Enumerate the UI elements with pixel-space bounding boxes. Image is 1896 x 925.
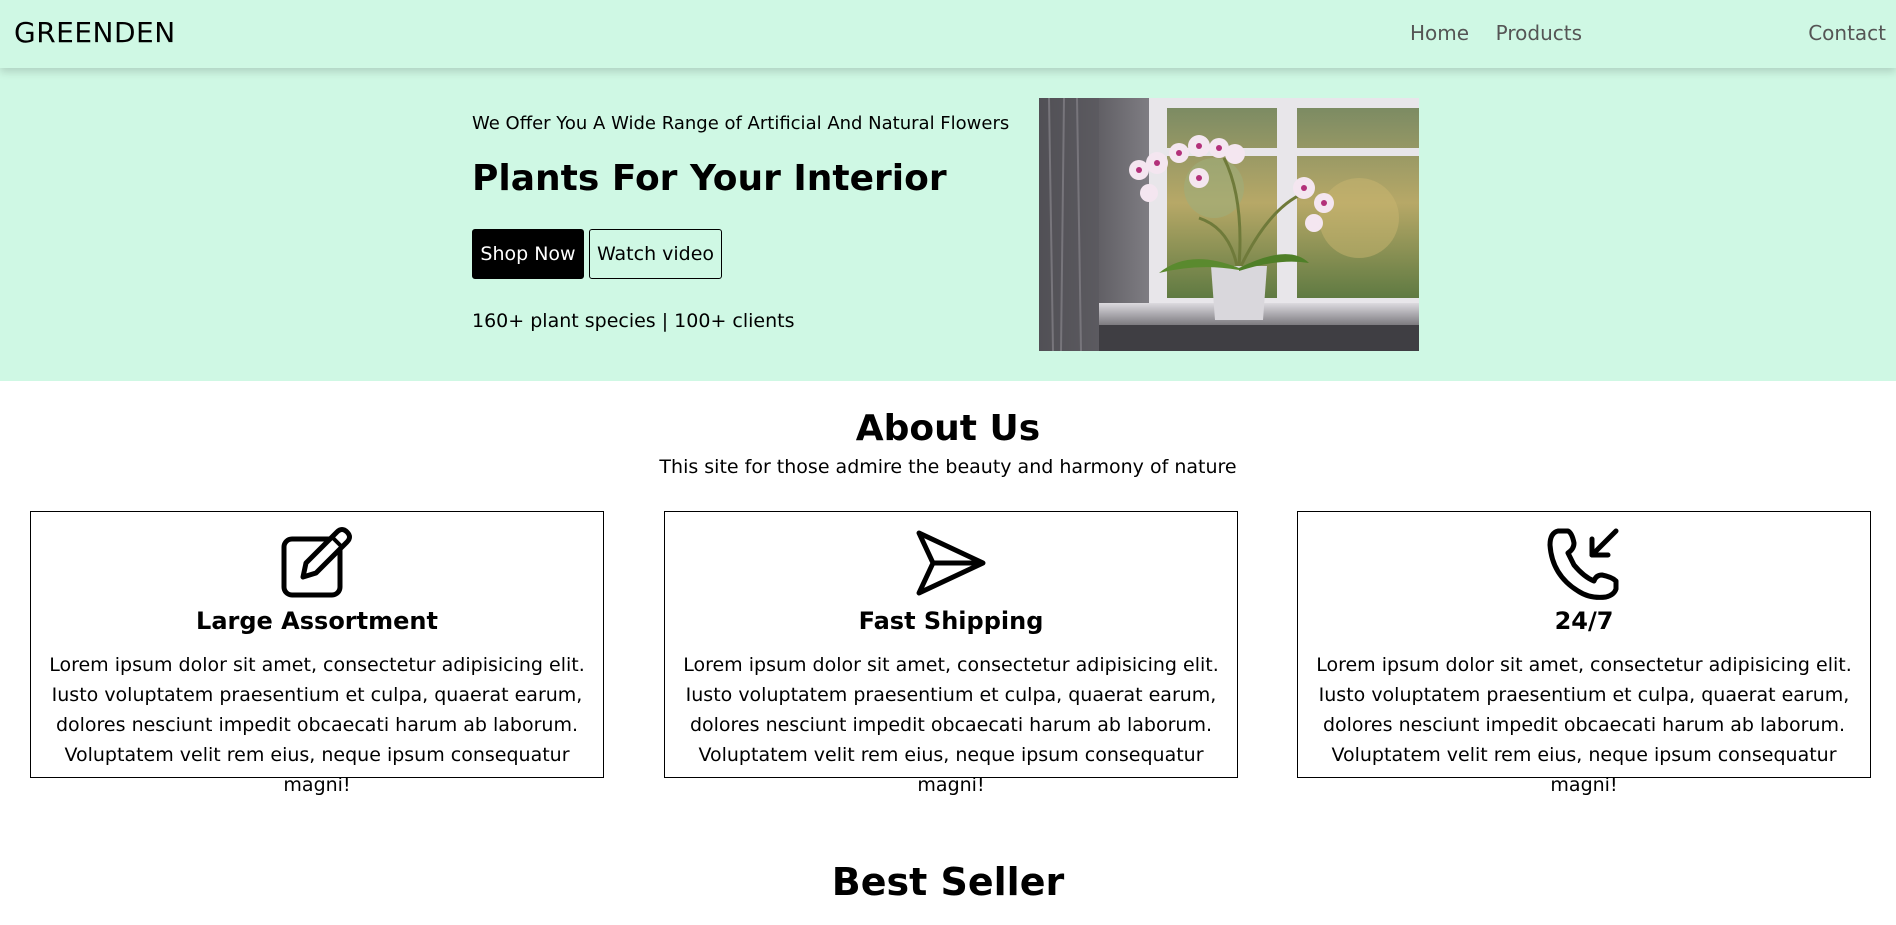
- send-icon: [916, 530, 986, 596]
- nav-link-contact[interactable]: Contact: [1808, 21, 1886, 45]
- card-title: Fast Shipping: [858, 607, 1044, 635]
- hero-subtitle: We Offer You A Wide Range of Artificial …: [472, 113, 1010, 134]
- watch-video-button[interactable]: Watch video: [589, 229, 722, 279]
- orchid-window-illustration: [1039, 98, 1419, 351]
- best-seller-title: Best Seller: [831, 860, 1065, 904]
- about-title: About Us: [855, 408, 1041, 449]
- navbar: GREENDEN Home Products Contact: [0, 0, 1896, 68]
- brand-logo[interactable]: GREENDEN: [14, 16, 176, 49]
- shop-now-button[interactable]: Shop Now: [472, 229, 584, 279]
- card-text: Lorem ipsum dolor sit amet, consectetur …: [683, 654, 1219, 796]
- hero-section: We Offer You A Wide Range of Artificial …: [0, 68, 1896, 381]
- about-subtitle: This site for those admire the beauty an…: [659, 456, 1237, 478]
- edit-icon: [281, 527, 352, 598]
- feature-card-assortment: Large Assortment Lorem ipsum dolor sit a…: [30, 511, 604, 796]
- card-text: Lorem ipsum dolor sit amet, consectetur …: [49, 654, 585, 796]
- phone-incoming-icon: [1547, 528, 1619, 600]
- hero-stats: 160+ plant species | 100+ clients: [472, 310, 795, 332]
- hero-image: [1039, 98, 1419, 351]
- card-text: Lorem ipsum dolor sit amet, consectetur …: [1316, 654, 1852, 796]
- nav-link-products[interactable]: Products: [1496, 21, 1582, 45]
- card-title: Large Assortment: [196, 607, 438, 635]
- nav-link-home[interactable]: Home: [1410, 21, 1469, 45]
- card-title: 24/7: [1554, 607, 1614, 635]
- hero-title: Plants For Your Interior: [472, 158, 947, 199]
- feature-card-support: 24/7 Lorem ipsum dolor sit amet, consect…: [1297, 511, 1871, 796]
- feature-card-shipping: Fast Shipping Lorem ipsum dolor sit amet…: [664, 511, 1238, 796]
